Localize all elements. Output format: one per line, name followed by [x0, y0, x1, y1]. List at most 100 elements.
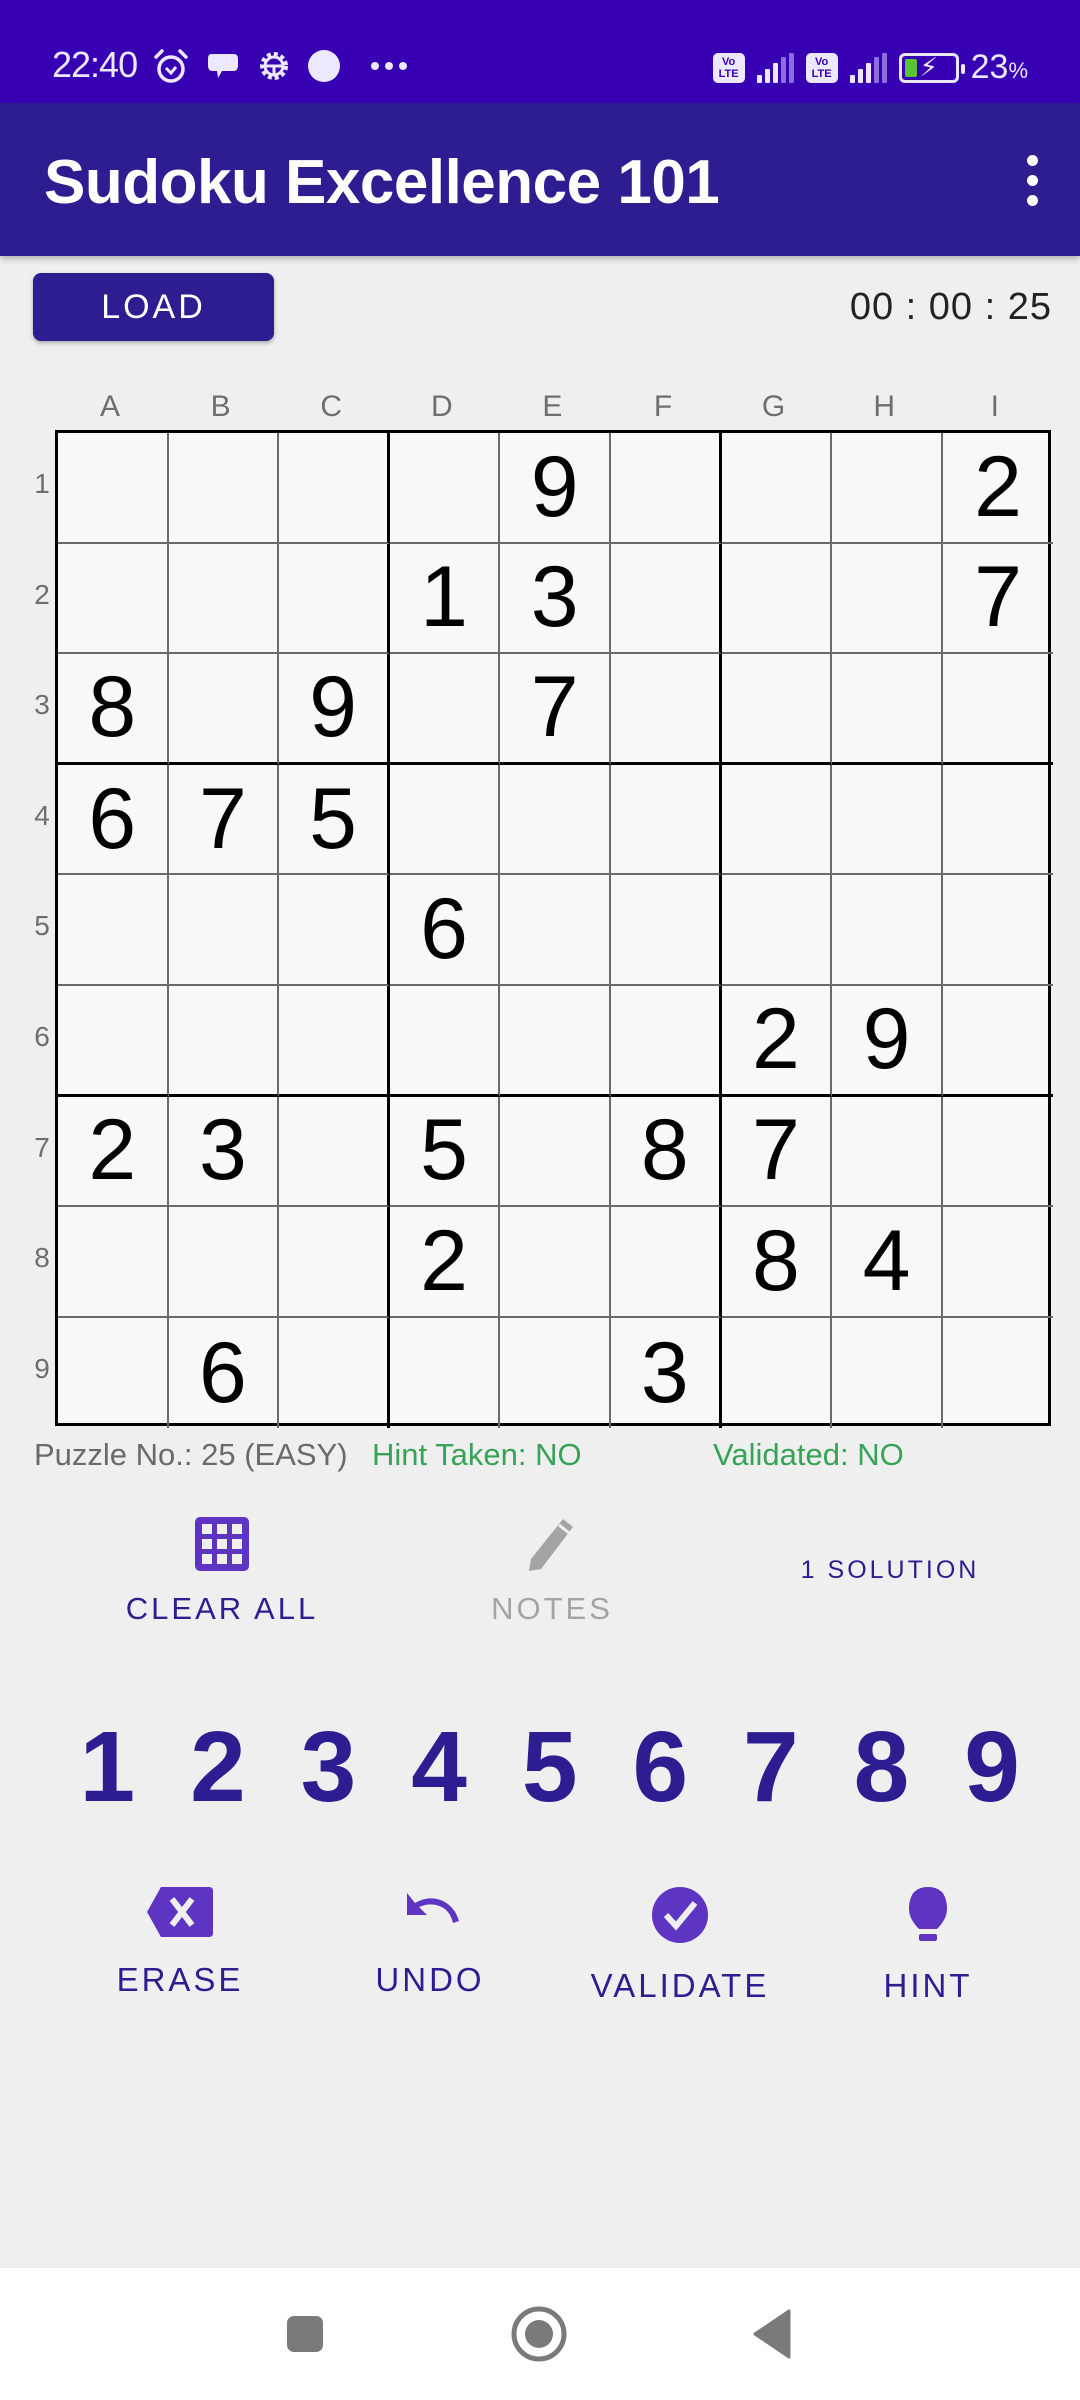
- grid-cell-f4[interactable]: [611, 764, 722, 876]
- grid-cell-g2[interactable]: [721, 543, 833, 655]
- grid-cell-c2[interactable]: [279, 543, 390, 655]
- grid-cell-c9[interactable]: [279, 1317, 390, 1429]
- grid-cell-b2[interactable]: [168, 543, 280, 655]
- grid-cell-a9[interactable]: [58, 1317, 169, 1429]
- number-button-7[interactable]: 7: [716, 1710, 827, 1825]
- home-button[interactable]: [504, 2306, 574, 2362]
- grid-cell-d5[interactable]: 6: [389, 875, 501, 986]
- grid-cell-e5[interactable]: [500, 875, 611, 986]
- grid-cell-h5[interactable]: [832, 875, 943, 986]
- grid-cell-d6[interactable]: [389, 986, 501, 1097]
- grid-cell-e8[interactable]: [500, 1207, 611, 1318]
- grid-cell-i1[interactable]: 2: [942, 433, 1054, 544]
- grid-cell-b7[interactable]: 3: [168, 1096, 280, 1208]
- grid-cell-a7[interactable]: 2: [58, 1096, 169, 1208]
- grid-cell-c5[interactable]: [279, 875, 390, 986]
- grid-cell-e2[interactable]: 3: [500, 543, 611, 655]
- grid-cell-a2[interactable]: [58, 543, 169, 655]
- grid-cell-b1[interactable]: [168, 433, 280, 544]
- grid-cell-g8[interactable]: 8: [721, 1207, 833, 1318]
- grid-cell-f7[interactable]: 8: [611, 1096, 722, 1208]
- grid-cell-b3[interactable]: [168, 654, 280, 765]
- more-vert-icon[interactable]: [1000, 143, 1064, 217]
- grid-cell-c4[interactable]: 5: [279, 764, 390, 876]
- solution-count-button[interactable]: 1 SOLUTION: [780, 1556, 1000, 1585]
- grid-cell-f8[interactable]: [611, 1207, 722, 1318]
- grid-cell-i3[interactable]: [942, 654, 1054, 765]
- validate-button[interactable]: VALIDATE: [560, 1885, 800, 2005]
- grid-cell-d7[interactable]: 5: [389, 1096, 501, 1208]
- grid-cell-b8[interactable]: [168, 1207, 280, 1318]
- grid-cell-h1[interactable]: [832, 433, 943, 544]
- grid-cell-i4[interactable]: [942, 765, 1054, 876]
- number-button-2[interactable]: 2: [163, 1710, 274, 1825]
- grid-cell-d2[interactable]: 1: [389, 543, 501, 655]
- grid-cell-i8[interactable]: [942, 1207, 1054, 1318]
- grid-cell-a3[interactable]: 8: [58, 654, 169, 765]
- grid-cell-e3[interactable]: 7: [500, 654, 611, 765]
- number-button-1[interactable]: 1: [52, 1710, 163, 1825]
- grid-cell-g7[interactable]: 7: [721, 1096, 833, 1208]
- number-button-9[interactable]: 9: [937, 1710, 1048, 1825]
- grid-cell-g9[interactable]: [722, 1317, 833, 1429]
- grid-cell-d8[interactable]: 2: [389, 1207, 501, 1318]
- clear-all-button[interactable]: CLEAR ALL: [110, 1515, 334, 1627]
- grid-cell-h6[interactable]: 9: [832, 986, 943, 1097]
- grid-cell-h7[interactable]: [832, 1096, 943, 1208]
- grid-cell-i9[interactable]: [943, 1318, 1054, 1429]
- grid-cell-d1[interactable]: [389, 433, 501, 544]
- grid-cell-e4[interactable]: [500, 764, 611, 876]
- grid-cell-f3[interactable]: [611, 654, 722, 765]
- grid-cell-e6[interactable]: [500, 986, 611, 1097]
- grid-cell-e7[interactable]: [500, 1096, 611, 1208]
- grid-cell-b4[interactable]: 7: [168, 764, 280, 876]
- grid-cell-f6[interactable]: [611, 986, 722, 1097]
- grid-cell-c7[interactable]: [279, 1096, 390, 1208]
- grid-cell-a1[interactable]: [58, 433, 169, 544]
- undo-button[interactable]: UNDO: [310, 1885, 550, 1999]
- grid-cell-f5[interactable]: [611, 875, 722, 986]
- grid-cell-c3[interactable]: 9: [279, 654, 390, 765]
- grid-cell-h9[interactable]: [832, 1317, 943, 1429]
- grid-cell-g1[interactable]: [721, 433, 833, 544]
- back-button[interactable]: [738, 2306, 808, 2362]
- grid-cell-d9[interactable]: [390, 1317, 501, 1429]
- grid-cell-g3[interactable]: [721, 654, 833, 765]
- grid-cell-b5[interactable]: [168, 875, 280, 986]
- number-button-4[interactable]: 4: [384, 1710, 495, 1825]
- number-button-6[interactable]: 6: [605, 1710, 716, 1825]
- grid-cell-h2[interactable]: [832, 543, 943, 655]
- grid-cell-a4[interactable]: 6: [58, 764, 169, 876]
- grid-cell-d4[interactable]: [389, 764, 501, 876]
- grid-cell-f1[interactable]: [611, 433, 722, 544]
- grid-cell-h8[interactable]: 4: [832, 1207, 943, 1318]
- load-button[interactable]: LOAD: [33, 273, 274, 341]
- recents-button[interactable]: [270, 2306, 340, 2362]
- erase-button[interactable]: ERASE: [60, 1885, 300, 1999]
- grid-cell-c6[interactable]: [279, 986, 390, 1097]
- grid-cell-e9[interactable]: [500, 1317, 611, 1429]
- grid-cell-a5[interactable]: [58, 875, 169, 986]
- grid-cell-b9[interactable]: 6: [169, 1317, 280, 1429]
- grid-cell-e1[interactable]: 9: [500, 433, 611, 544]
- grid-cell-a8[interactable]: [58, 1207, 169, 1318]
- grid-cell-g5[interactable]: [721, 875, 833, 986]
- grid-cell-f9[interactable]: 3: [611, 1317, 722, 1429]
- grid-cell-f2[interactable]: [611, 543, 722, 655]
- grid-cell-a6[interactable]: [58, 986, 169, 1097]
- grid-cell-g4[interactable]: [721, 764, 833, 876]
- grid-cell-b6[interactable]: [168, 986, 280, 1097]
- grid-cell-c1[interactable]: [279, 433, 390, 544]
- grid-cell-g6[interactable]: 2: [721, 986, 833, 1097]
- grid-cell-i2[interactable]: 7: [942, 544, 1054, 655]
- grid-cell-h4[interactable]: [832, 764, 943, 876]
- number-button-3[interactable]: 3: [273, 1710, 384, 1825]
- number-button-8[interactable]: 8: [826, 1710, 937, 1825]
- grid-cell-h3[interactable]: [832, 654, 943, 765]
- grid-cell-c8[interactable]: [279, 1207, 390, 1318]
- grid-cell-d3[interactable]: [389, 654, 501, 765]
- grid-cell-i6[interactable]: [942, 986, 1054, 1097]
- grid-cell-i5[interactable]: [942, 875, 1054, 986]
- number-button-5[interactable]: 5: [494, 1710, 605, 1825]
- notes-button[interactable]: NOTES: [440, 1515, 664, 1627]
